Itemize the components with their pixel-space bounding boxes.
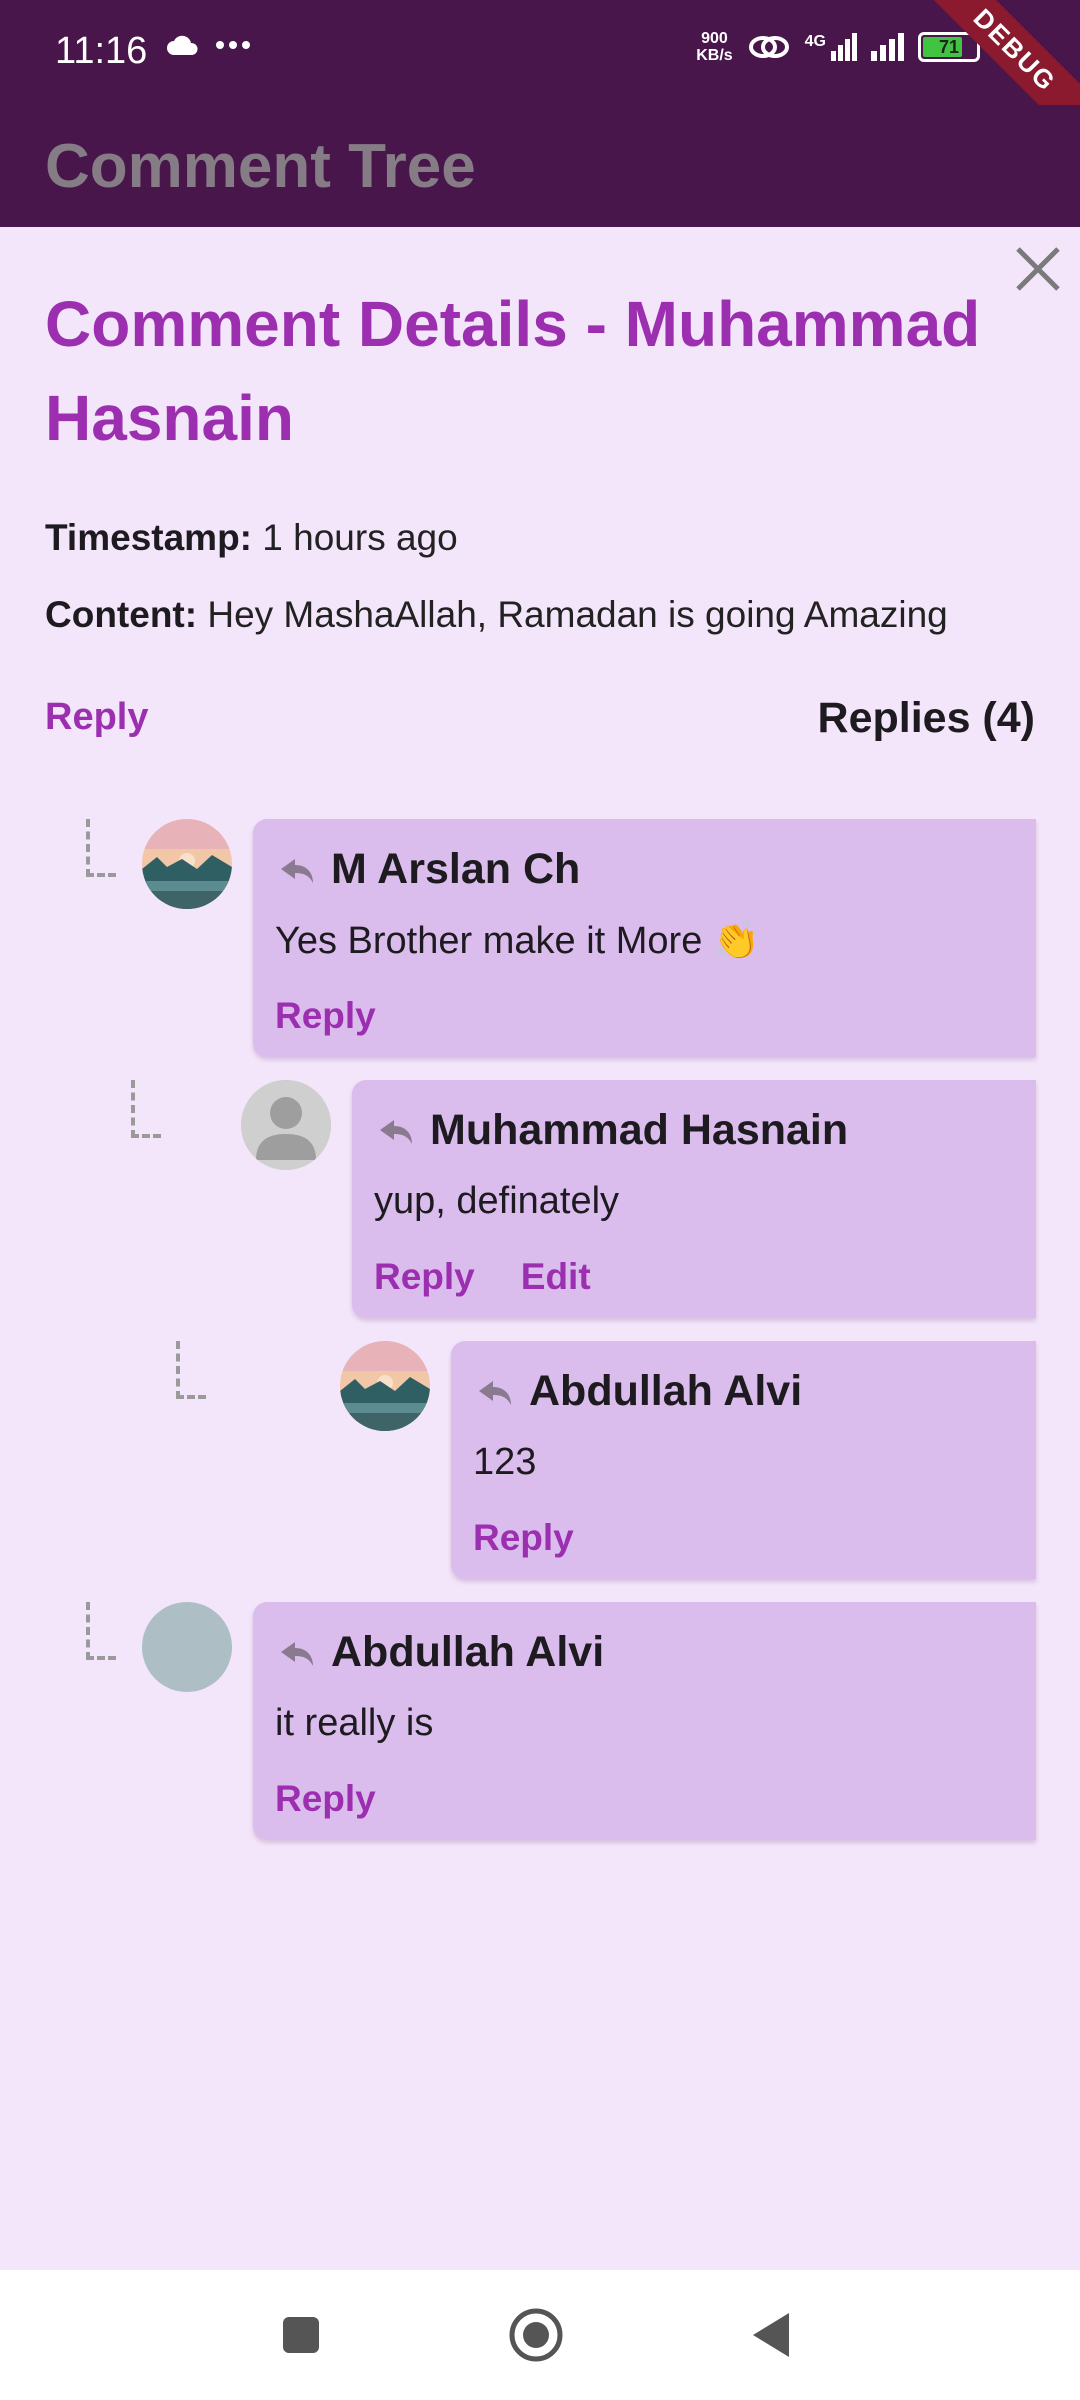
app-bar: Comment Tree — [0, 105, 1080, 227]
avatar[interactable] — [241, 1080, 331, 1170]
avatar[interactable] — [142, 819, 232, 909]
timestamp-line: Timestamp: 1 hours ago — [45, 517, 458, 558]
details-title: Comment Details - Muhammad Hasnain — [45, 288, 981, 454]
reply-button[interactable]: Reply — [374, 1256, 475, 1298]
signal-4g-icon: 4G — [805, 33, 857, 61]
reply-arrow-icon — [380, 1119, 412, 1144]
signal-bars-icon — [871, 33, 904, 61]
landscape-avatar-icon — [340, 1341, 430, 1431]
app-title: Comment Tree — [45, 132, 476, 201]
avatar[interactable] — [340, 1341, 430, 1431]
thread-connector — [86, 1602, 116, 1660]
reply-text: it really is — [275, 1702, 434, 1744]
system-nav-bar — [0, 2270, 1080, 2400]
close-icon[interactable] — [1008, 239, 1068, 299]
replies-count: Replies (4) — [817, 694, 1035, 742]
reply-author: Muhammad Hasnain — [430, 1106, 849, 1154]
home-icon[interactable] — [506, 2305, 566, 2365]
edit-button[interactable]: Edit — [521, 1256, 591, 1298]
reply-card: Abdullah Alvi 123 Reply — [451, 1341, 1036, 1579]
reply-author: Abdullah Alvi — [331, 1628, 605, 1676]
reply-button[interactable]: Reply — [45, 696, 148, 739]
hotspot-link-icon — [748, 36, 789, 58]
reply-arrow-icon — [281, 1641, 313, 1666]
reply-card: M Arslan Ch Yes Brother make it More 👏 R… — [253, 819, 1036, 1057]
thread-connector — [176, 1341, 206, 1399]
reply-author: Abdullah Alvi — [529, 1367, 803, 1415]
status-bar: 11:16 900 KB/s 4G 71 DEBUG — [0, 0, 1080, 154]
reply-arrow-icon — [281, 858, 313, 883]
cloud-icon — [167, 35, 198, 55]
content-line: Content: Hey MashaAllah, Ramadan is goin… — [45, 594, 948, 635]
reply-button[interactable]: Reply — [275, 1778, 376, 1820]
reply-text: Yes Brother make it More 👏 — [275, 920, 761, 962]
more-dots-icon — [216, 41, 250, 49]
avatar[interactable] — [142, 1602, 232, 1692]
back-icon[interactable] — [741, 2305, 801, 2365]
status-time: 11:16 — [55, 30, 148, 72]
reply-card: Abdullah Alvi it really is Reply — [253, 1602, 1036, 1840]
reply-author: M Arslan Ch — [331, 845, 581, 893]
reply-button[interactable]: Reply — [275, 995, 376, 1037]
reply-text: yup, definately — [374, 1180, 620, 1222]
reply-button[interactable]: Reply — [473, 1517, 574, 1559]
comment-details-sheet: Comment Details - Muhammad Hasnain Times… — [0, 227, 1080, 2270]
reply-text: 123 — [473, 1441, 537, 1483]
reply-card: Muhammad Hasnain yup, definately Reply E… — [352, 1080, 1036, 1318]
thread-connector — [131, 1080, 161, 1138]
recents-icon[interactable] — [271, 2305, 331, 2365]
landscape-avatar-icon — [142, 819, 232, 909]
person-icon — [241, 1080, 331, 1170]
net-speed: 900 KB/s — [696, 30, 733, 64]
reply-arrow-icon — [479, 1380, 511, 1405]
thread-connector — [86, 819, 116, 877]
